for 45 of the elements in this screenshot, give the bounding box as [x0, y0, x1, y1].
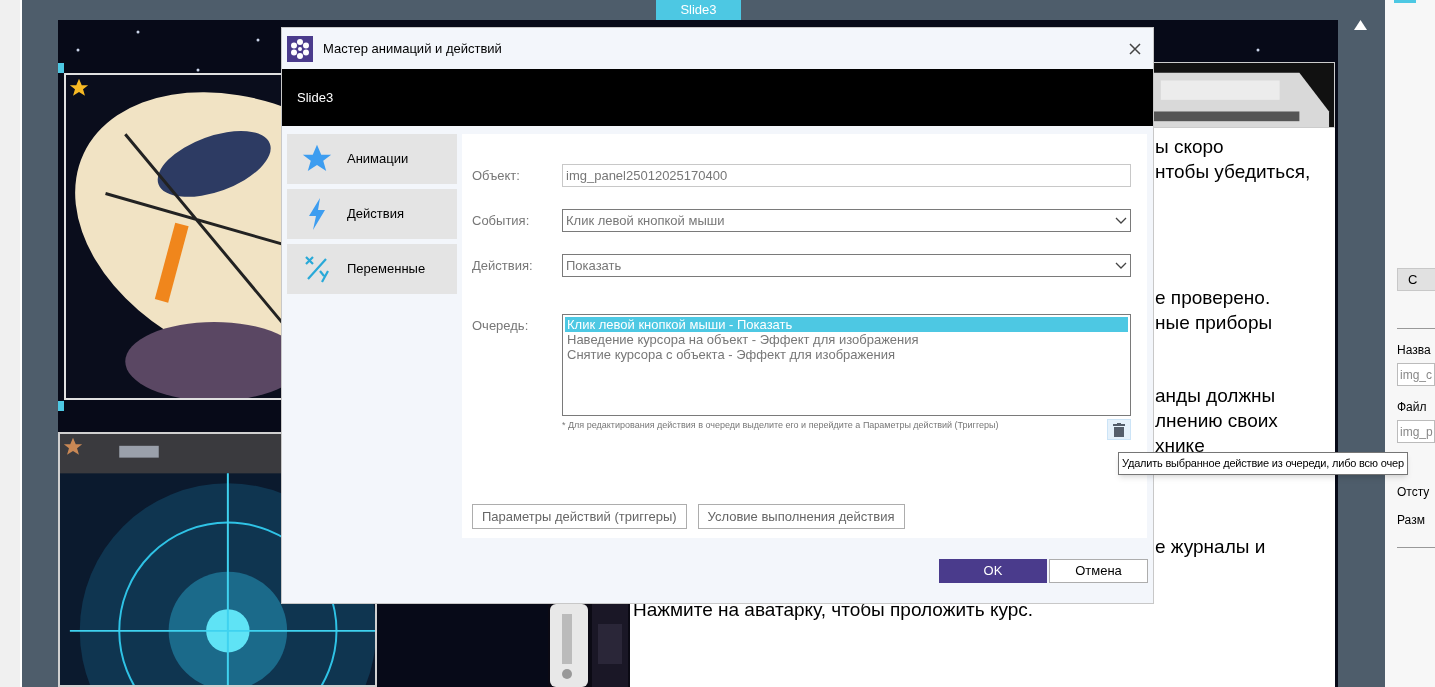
dialog-title: Мастер анимаций и действий — [323, 39, 502, 58]
text-line: нтобы убедиться, — [1155, 160, 1312, 184]
field-label: Очередь: — [472, 317, 530, 335]
field-label: Действия: — [472, 256, 534, 275]
nav-item[interactable]: Действия — [287, 189, 457, 239]
header-title: Slide3 — [297, 88, 334, 107]
text-field[interactable]: img_p — [1397, 420, 1435, 443]
text-line: лнению своих — [1155, 409, 1279, 433]
object-field[interactable]: img_panel25012025170400 — [562, 164, 1131, 187]
action-button[interactable]: Условие выполнения действия — [697, 504, 905, 529]
field-label: Разм — [1397, 512, 1426, 529]
tooltip: Удалить выбранное действие из очереди, либо всю очер — [1118, 452, 1408, 475]
nav-item[interactable]: Переменные — [287, 244, 457, 294]
close-icon[interactable] — [1129, 42, 1141, 55]
dropdown[interactable]: Показать — [562, 254, 1131, 277]
text-line: Нажмите на аватарку, чтобы проложить курс. — [633, 598, 1035, 622]
queue-item[interactable]: Снятие курсора с объекта - Эффект для изображения — [565, 347, 1128, 362]
text-line: ы скоро — [1155, 135, 1225, 159]
text-line: ные приборы — [1155, 311, 1274, 335]
lightning-icon — [307, 198, 327, 230]
field-label: Объект: — [472, 166, 521, 185]
chevron-down-icon — [1115, 216, 1127, 225]
queue-item[interactable]: Наведение курсора на объект - Эффект для изображения — [565, 332, 1128, 347]
field-label: Назва — [1397, 342, 1432, 359]
text-line: анды должны — [1155, 384, 1277, 408]
dropdown[interactable]: Клик левой кнопкой мыши — [562, 209, 1131, 232]
app-logo-icon — [287, 35, 313, 62]
queue-list[interactable]: Клик левой кнопкой мыши - Показать Наведение курсора на объект - Эффект для изображения Снятие курсора с объекта - Эффект для изображения — [562, 314, 1131, 416]
cancel-button[interactable]: Отмена — [1049, 559, 1148, 583]
delete-button[interactable] — [1107, 419, 1131, 440]
scroll-up-icon[interactable] — [1354, 20, 1367, 30]
nav-item[interactable]: Анимации — [287, 134, 457, 184]
field-label: События: — [472, 211, 531, 230]
field-label: Отсту — [1397, 484, 1431, 501]
action-button[interactable]: Параметры действий (триггеры) — [472, 504, 687, 529]
panel-button[interactable]: С — [1397, 268, 1435, 291]
hint-text: * Для редактирования действия в очереди выделите его и перейдите а Параметры действий (Триггеры) — [562, 419, 999, 432]
text-line: е журналы и — [1155, 535, 1267, 559]
variable-icon — [304, 255, 330, 283]
chevron-down-icon — [1115, 261, 1127, 270]
ok-button[interactable]: OK — [939, 559, 1047, 583]
field-label: Файл — [1397, 399, 1428, 416]
text-field[interactable]: img_c — [1397, 363, 1435, 386]
text-line: е проверено. — [1155, 286, 1272, 310]
trash-icon — [1113, 422, 1125, 437]
